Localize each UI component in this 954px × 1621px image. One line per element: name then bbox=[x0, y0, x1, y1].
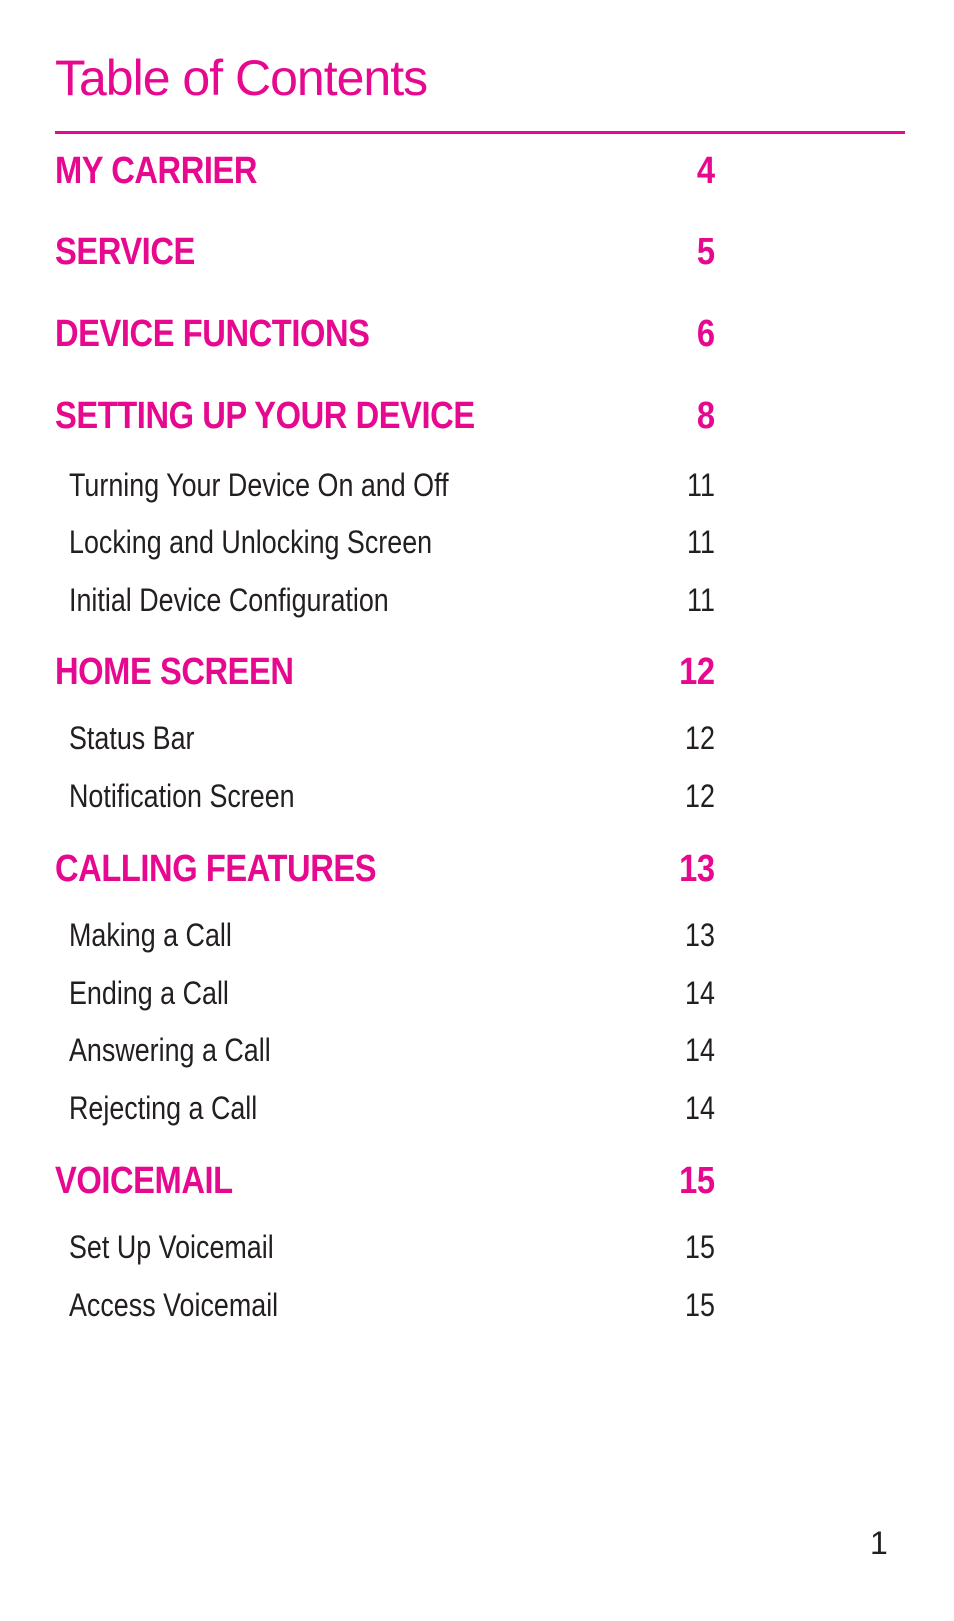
toc-label: SERVICE bbox=[55, 231, 195, 273]
page-title: Table of Contents bbox=[55, 50, 428, 106]
toc-page: 12 bbox=[685, 720, 715, 756]
toc-subsection[interactable]: Rejecting a Call 14 bbox=[69, 1090, 715, 1127]
toc-page: 11 bbox=[687, 582, 715, 618]
toc-label: Status Bar bbox=[69, 720, 195, 756]
toc-page: 12 bbox=[685, 778, 715, 814]
toc-label: Access Voicemail bbox=[69, 1287, 279, 1323]
toc-label: Initial Device Configuration bbox=[69, 582, 389, 618]
toc-label: DEVICE FUNCTIONS bbox=[55, 313, 370, 355]
toc-subsection[interactable]: Status Bar 12 bbox=[69, 720, 715, 757]
toc-page: 5 bbox=[696, 231, 715, 273]
toc-section[interactable]: SERVICE 5 bbox=[55, 231, 715, 274]
toc-page: 14 bbox=[685, 1032, 715, 1068]
toc-subsection[interactable]: Turning Your Device On and Off 11 bbox=[69, 467, 715, 504]
toc-page: 15 bbox=[679, 1160, 715, 1202]
toc-label: Locking and Unlocking Screen bbox=[69, 524, 433, 560]
toc-subsection[interactable]: Access Voicemail 15 bbox=[69, 1287, 715, 1324]
toc-page: 15 bbox=[685, 1287, 715, 1323]
toc-label: Notification Screen bbox=[69, 778, 295, 814]
toc-page: 8 bbox=[696, 395, 715, 437]
toc-subsection[interactable]: Locking and Unlocking Screen 11 bbox=[69, 524, 715, 561]
toc-label: Making a Call bbox=[69, 917, 232, 953]
toc-label: Answering a Call bbox=[69, 1032, 271, 1068]
toc-page: 11 bbox=[687, 524, 715, 560]
toc-page: 13 bbox=[679, 848, 715, 890]
toc-section[interactable]: SETTING UP YOUR DEVICE 8 bbox=[55, 395, 715, 438]
toc-subsection[interactable]: Making a Call 13 bbox=[69, 917, 715, 954]
toc-page: 6 bbox=[696, 313, 715, 355]
toc-subsection[interactable]: Answering a Call 14 bbox=[69, 1032, 715, 1069]
toc-label: MY CARRIER bbox=[55, 150, 258, 192]
page-number: 1 bbox=[870, 1525, 888, 1561]
toc-page: 14 bbox=[685, 975, 715, 1011]
toc-section[interactable]: MY CARRIER 4 bbox=[55, 150, 715, 193]
toc-page: 12 bbox=[679, 651, 715, 693]
toc-label: SETTING UP YOUR DEVICE bbox=[55, 395, 475, 437]
toc-label: Ending a Call bbox=[69, 975, 229, 1011]
toc-page: 11 bbox=[687, 467, 715, 503]
toc-section[interactable]: DEVICE FUNCTIONS 6 bbox=[55, 313, 715, 356]
toc-subsection[interactable]: Initial Device Configuration 11 bbox=[69, 582, 715, 619]
toc-section[interactable]: CALLING FEATURES 13 bbox=[55, 848, 715, 891]
toc-section[interactable]: HOME SCREEN 12 bbox=[55, 651, 715, 694]
toc-page: 13 bbox=[685, 917, 715, 953]
toc-page: 15 bbox=[685, 1229, 715, 1265]
toc-section[interactable]: VOICEMAIL 15 bbox=[55, 1160, 715, 1203]
toc-subsection[interactable]: Ending a Call 14 bbox=[69, 975, 715, 1012]
toc-label: Rejecting a Call bbox=[69, 1090, 258, 1126]
toc-page: 14 bbox=[685, 1090, 715, 1126]
toc-label: CALLING FEATURES bbox=[55, 848, 377, 890]
toc-label: VOICEMAIL bbox=[55, 1160, 233, 1202]
title-divider bbox=[55, 131, 905, 134]
toc-label: Set Up Voicemail bbox=[69, 1229, 274, 1265]
toc-label: Turning Your Device On and Off bbox=[69, 467, 449, 503]
toc-subsection[interactable]: Notification Screen 12 bbox=[69, 778, 715, 815]
toc-subsection[interactable]: Set Up Voicemail 15 bbox=[69, 1229, 715, 1266]
toc-label: HOME SCREEN bbox=[55, 651, 294, 693]
toc-page: 4 bbox=[696, 150, 715, 192]
